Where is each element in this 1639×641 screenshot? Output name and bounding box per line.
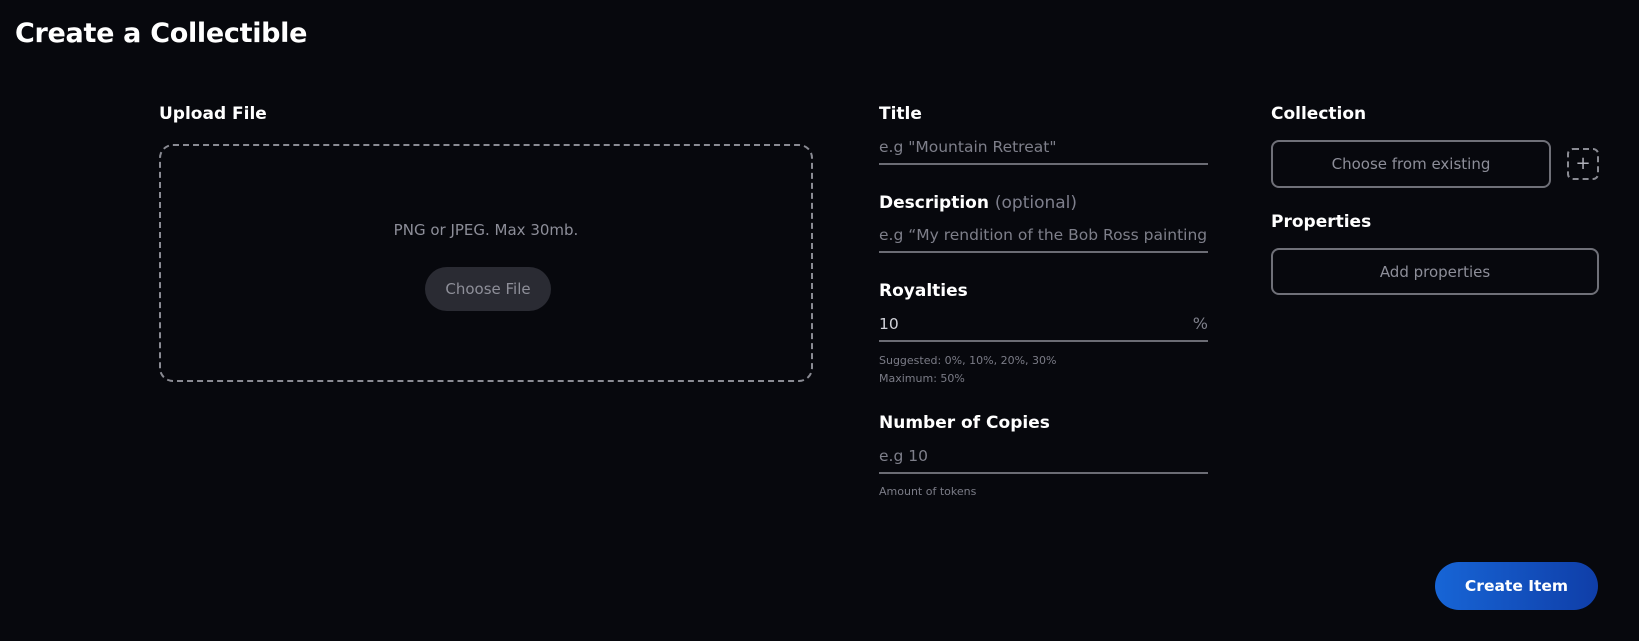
royalties-input[interactable] — [879, 308, 1179, 340]
upload-file-label: Upload File — [159, 104, 267, 124]
collection-label: Collection — [1271, 104, 1367, 124]
title-field — [879, 131, 1208, 165]
optional-label: (optional) — [994, 193, 1078, 213]
choose-collection-button[interactable]: Choose from existing — [1271, 140, 1551, 188]
description-label-text: Description — [879, 193, 989, 213]
royalties-suggested-hint: Suggested: 0%, 10%, 20%, 30% — [879, 354, 1057, 367]
description-label: Description (optional) — [879, 193, 1077, 213]
choose-file-button[interactable]: Choose File — [425, 267, 551, 311]
copies-label: Number of Copies — [879, 413, 1050, 433]
copies-input[interactable] — [879, 440, 1179, 472]
create-item-button[interactable]: Create Item — [1435, 562, 1598, 610]
title-label: Title — [879, 104, 922, 124]
page-title: Create a Collectible — [15, 18, 308, 49]
upload-hint: PNG or JPEG. Max 30mb. — [393, 221, 579, 239]
file-dropzone[interactable]: PNG or JPEG. Max 30mb. Choose File — [159, 144, 813, 382]
title-input[interactable] — [879, 131, 1179, 163]
properties-label: Properties — [1271, 212, 1372, 232]
royalties-field: % — [879, 308, 1208, 342]
percent-suffix: % — [1192, 314, 1208, 333]
description-field — [879, 219, 1208, 253]
add-collection-button[interactable]: + — [1567, 148, 1599, 180]
copies-hint: Amount of tokens — [879, 485, 977, 498]
plus-icon: + — [1575, 153, 1591, 174]
royalties-label: Royalties — [879, 281, 968, 301]
royalties-maximum-hint: Maximum: 50% — [879, 372, 965, 385]
add-properties-button[interactable]: Add properties — [1271, 248, 1599, 295]
description-input[interactable] — [879, 219, 1208, 251]
copies-field — [879, 440, 1208, 474]
